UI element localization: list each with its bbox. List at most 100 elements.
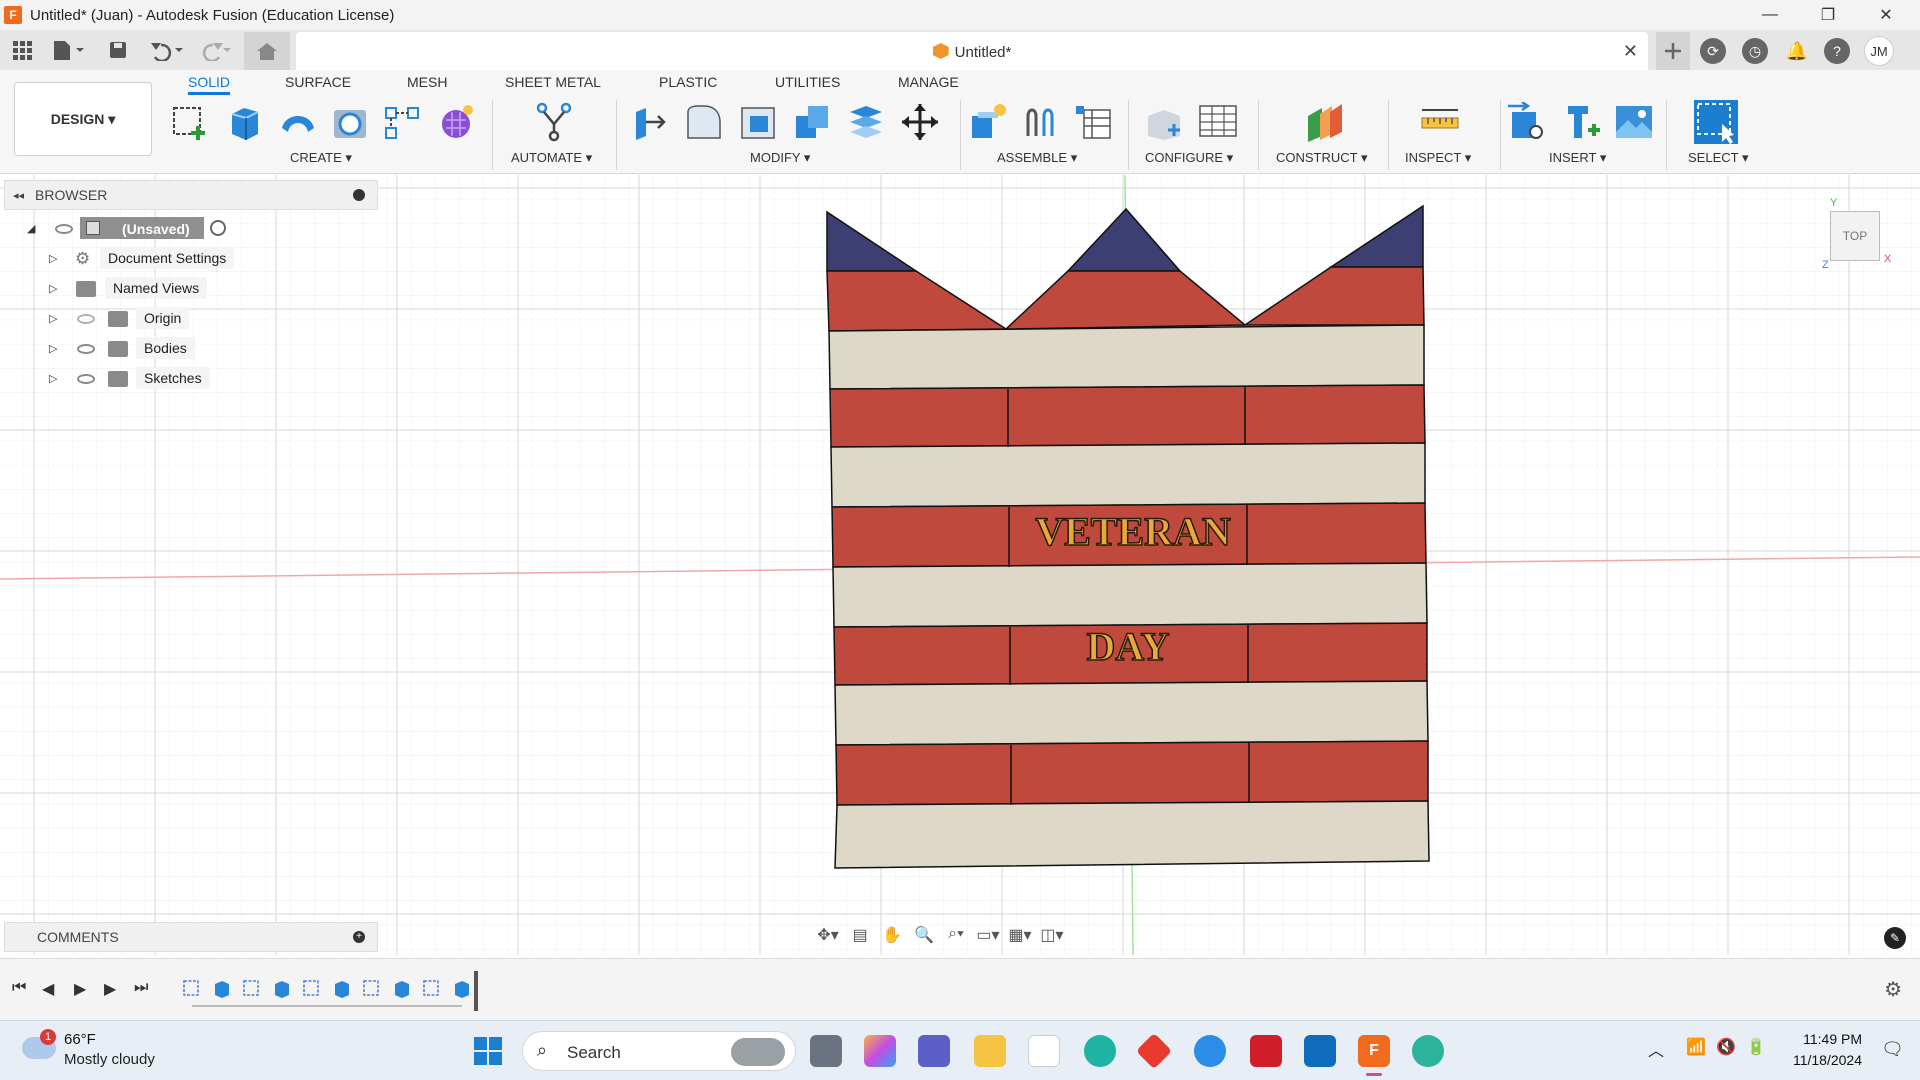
weather-temperature[interactable]: 66°F <box>64 1031 96 1048</box>
microsoft-store-icon[interactable] <box>1028 1035 1060 1067</box>
help-icon[interactable]: ? <box>1824 38 1850 64</box>
browser-root-row[interactable]: ◢ (Unsaved) <box>0 217 380 241</box>
assemble-group-label[interactable]: ASSEMBLE ▾ <box>997 150 1077 166</box>
sweep-icon[interactable] <box>278 102 318 142</box>
expand-triangle-icon[interactable]: ▷ <box>49 312 61 325</box>
browser-item-label[interactable]: Bodies <box>136 337 195 359</box>
timeline-sketch-icon[interactable] <box>302 979 322 999</box>
tab-surface[interactable]: SURFACE <box>285 74 351 90</box>
browser-item-sketches[interactable]: ▷ Sketches <box>0 367 380 391</box>
home-icon[interactable] <box>244 32 290 70</box>
timeline-extrude-icon[interactable] <box>212 979 232 999</box>
stripe-red-4[interactable] <box>835 740 1429 806</box>
configure-icon[interactable] <box>1144 102 1184 142</box>
workspace-switcher-button[interactable]: DESIGN ▾ <box>14 82 152 156</box>
step-back-icon[interactable]: ◀ <box>42 979 54 999</box>
data-panel-grid-icon[interactable] <box>10 38 34 62</box>
timeline-sketch-icon[interactable] <box>362 979 382 999</box>
clock-date[interactable]: 11/18/2024 <box>1793 1052 1862 1068</box>
taskbar-search-box[interactable]: ⌕ Search <box>522 1031 796 1071</box>
add-comment-icon[interactable]: + <box>353 931 365 943</box>
get-help-icon[interactable] <box>1194 1035 1226 1067</box>
browser-root-label[interactable]: (Unsaved) <box>122 221 190 237</box>
teams-icon[interactable] <box>918 1035 950 1067</box>
tab-manage[interactable]: MANAGE <box>898 74 959 90</box>
weather-description[interactable]: Mostly cloudy <box>64 1051 155 1068</box>
collapse-browser-icon[interactable]: ◂◂ <box>13 189 24 202</box>
form-icon[interactable] <box>436 102 476 142</box>
viewports-icon[interactable]: ◫▾ <box>1039 925 1065 945</box>
extrude-icon[interactable] <box>224 102 264 142</box>
fit-zoom-icon[interactable]: ⌕▾ <box>943 925 969 945</box>
fillet-icon[interactable] <box>684 102 724 142</box>
edge-profile-icon[interactable] <box>1412 1035 1444 1067</box>
fusion-taskbar-icon[interactable]: F <box>1358 1035 1390 1067</box>
configure-group-label[interactable]: CONFIGURE ▾ <box>1145 150 1233 166</box>
browser-item-named-views[interactable]: ▷ Named Views <box>0 277 380 301</box>
task-view-icon[interactable] <box>810 1035 842 1067</box>
file-menu-icon[interactable] <box>50 38 86 62</box>
browser-item-bodies[interactable]: ▷ Bodies <box>0 337 380 361</box>
visibility-eye-icon[interactable] <box>77 344 95 354</box>
combine-icon[interactable] <box>792 102 832 142</box>
display-settings-icon[interactable]: ▭▾ <box>975 925 1001 945</box>
mcafee-icon[interactable] <box>1250 1035 1282 1067</box>
redo-icon[interactable] <box>194 38 234 62</box>
inspect-group-label[interactable]: INSPECT ▾ <box>1405 150 1471 166</box>
stripe-cream-1[interactable] <box>828 324 1425 390</box>
tab-solid[interactable]: SOLID <box>188 74 231 95</box>
speaker-muted-icon[interactable]: 🔇 <box>1716 1037 1736 1057</box>
automate-icon[interactable] <box>534 102 574 142</box>
select-tool-icon[interactable] <box>1692 98 1740 146</box>
veteran-text[interactable]: VETERAN <box>1034 508 1231 555</box>
battery-icon[interactable]: 🔋 <box>1746 1037 1766 1057</box>
insert-group-label[interactable]: INSERT ▾ <box>1549 150 1606 166</box>
browser-item-label[interactable]: Sketches <box>136 367 210 389</box>
timeline-settings-gear-icon[interactable]: ⚙ <box>1884 977 1902 1002</box>
display-settings-round-icon[interactable]: ✎ <box>1884 927 1906 949</box>
wifi-icon[interactable]: 📶 <box>1686 1037 1706 1057</box>
configuration-table-icon[interactable] <box>1198 102 1238 142</box>
copilot-icon[interactable] <box>864 1035 896 1067</box>
insert-derive-icon[interactable] <box>1506 102 1546 142</box>
timeline-extrude-icon[interactable] <box>272 979 292 999</box>
expand-triangle-icon[interactable]: ▷ <box>49 252 61 265</box>
comments-panel-header[interactable]: COMMENTS + <box>4 922 378 952</box>
browser-panel-header[interactable]: ◂◂ BROWSER <box>4 180 378 210</box>
timeline-sketch-icon[interactable] <box>182 979 202 999</box>
stripe-cream-3[interactable] <box>832 562 1428 628</box>
browser-item-origin[interactable]: ▷ Origin <box>0 307 380 331</box>
zoom-icon[interactable]: 🔍 <box>911 925 937 945</box>
tab-sheet-metal[interactable]: SHEET METAL <box>505 74 601 90</box>
look-at-icon[interactable]: ▤ <box>847 925 873 945</box>
tab-plastic[interactable]: PLASTIC <box>659 74 717 90</box>
document-tab-close-button[interactable]: ✕ <box>1623 41 1638 62</box>
activate-radio-icon[interactable] <box>210 220 226 236</box>
pattern-icon[interactable] <box>382 102 422 142</box>
play-icon[interactable]: ▶ <box>74 979 86 999</box>
visibility-eye-icon[interactable] <box>77 374 95 384</box>
timeline-marker[interactable] <box>474 971 478 1011</box>
offset-plane-icon[interactable] <box>1304 102 1344 142</box>
visibility-eye-icon[interactable] <box>55 224 73 234</box>
maximize-button[interactable]: ❐ <box>1800 0 1856 30</box>
red-diamond-app-icon[interactable] <box>1135 1032 1173 1070</box>
browser-item-label[interactable]: Origin <box>136 307 190 329</box>
timeline-sketch-icon[interactable] <box>422 979 442 999</box>
stripe-cream-2[interactable] <box>830 442 1426 508</box>
collapse-triangle-icon[interactable]: ◢ <box>27 222 39 235</box>
measure-icon[interactable] <box>1420 102 1460 142</box>
new-tab-plus-icon[interactable] <box>1656 32 1690 70</box>
bill-of-materials-icon[interactable] <box>1074 102 1114 142</box>
hidden-eye-icon[interactable] <box>77 314 95 324</box>
top-red-band[interactable] <box>826 266 1425 332</box>
joint-icon[interactable] <box>1020 102 1060 142</box>
timeline-extrude-icon[interactable] <box>332 979 352 999</box>
browser-minimize-icon[interactable] <box>353 189 365 201</box>
notifications-bell-icon[interactable]: 🔔 <box>1784 38 1810 64</box>
new-component-icon[interactable] <box>968 102 1008 142</box>
shell-icon[interactable] <box>738 102 778 142</box>
save-icon[interactable] <box>106 38 130 62</box>
timeline-sketch-icon[interactable] <box>242 979 262 999</box>
grid-snaps-icon[interactable]: ▦▾ <box>1007 925 1033 945</box>
